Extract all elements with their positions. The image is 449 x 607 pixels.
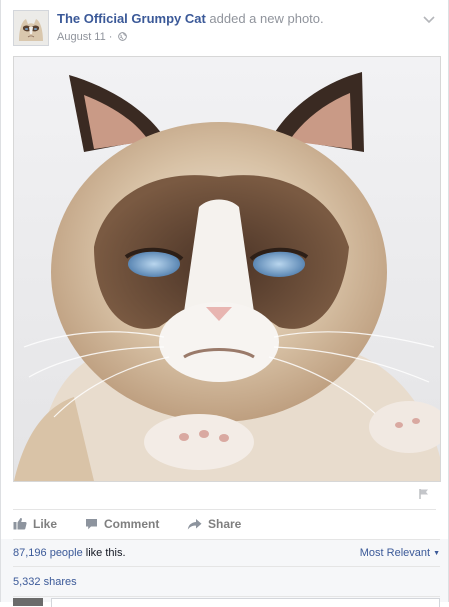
like-label: Like [33, 517, 58, 531]
speech-bubble-icon [86, 519, 97, 530]
post-action-text: added a new photo. [205, 11, 324, 26]
share-label: Share [208, 517, 242, 531]
likes-suffix: like this. [82, 547, 126, 559]
post-date[interactable]: August 11 [57, 31, 106, 43]
like-button[interactable]: Like [13, 517, 57, 531]
comment-button[interactable]: Comment [85, 517, 159, 531]
news-feed-post: The Official Grumpy Cat added a new phot… [0, 0, 449, 607]
share-arrow-icon [187, 519, 202, 530]
shares-count-link[interactable]: 5,332 shares [13, 576, 77, 588]
caret-down-icon: ▼ [433, 550, 440, 557]
page-name-link[interactable]: The Official Grumpy Cat [57, 11, 206, 26]
feedback-section: 87,196 people like this. Most Relevant ▼ … [1, 539, 448, 607]
post-photo[interactable] [13, 56, 441, 482]
meta-separator: · [105, 31, 116, 43]
comment-sort-dropdown[interactable]: Most Relevant ▼ [360, 540, 440, 567]
likes-summary: 87,196 people like this. Most Relevant ▼ [13, 539, 440, 567]
post-meta: The Official Grumpy Cat added a new phot… [57, 11, 414, 45]
post-title-line: The Official Grumpy Cat added a new phot… [57, 11, 414, 27]
sort-label: Most Relevant [359, 547, 431, 559]
share-button[interactable]: Share [187, 517, 241, 531]
commenter-avatar [13, 598, 43, 606]
comment-label: Comment [104, 517, 160, 531]
flag-icon[interactable] [418, 487, 430, 499]
shares-summary: 5,332 shares [13, 566, 440, 597]
post-subline: August 11 · [57, 31, 414, 45]
post-header: The Official Grumpy Cat added a new phot… [13, 10, 438, 50]
chevron-down-icon[interactable] [422, 12, 436, 24]
post-action-bar: Like Comment Share [13, 509, 436, 540]
thumbs-up-icon [13, 517, 27, 530]
page-avatar[interactable] [13, 10, 49, 46]
comment-input[interactable] [51, 598, 440, 607]
likes-count-link[interactable]: 87,196 people [13, 547, 83, 559]
globe-icon[interactable] [117, 32, 127, 45]
